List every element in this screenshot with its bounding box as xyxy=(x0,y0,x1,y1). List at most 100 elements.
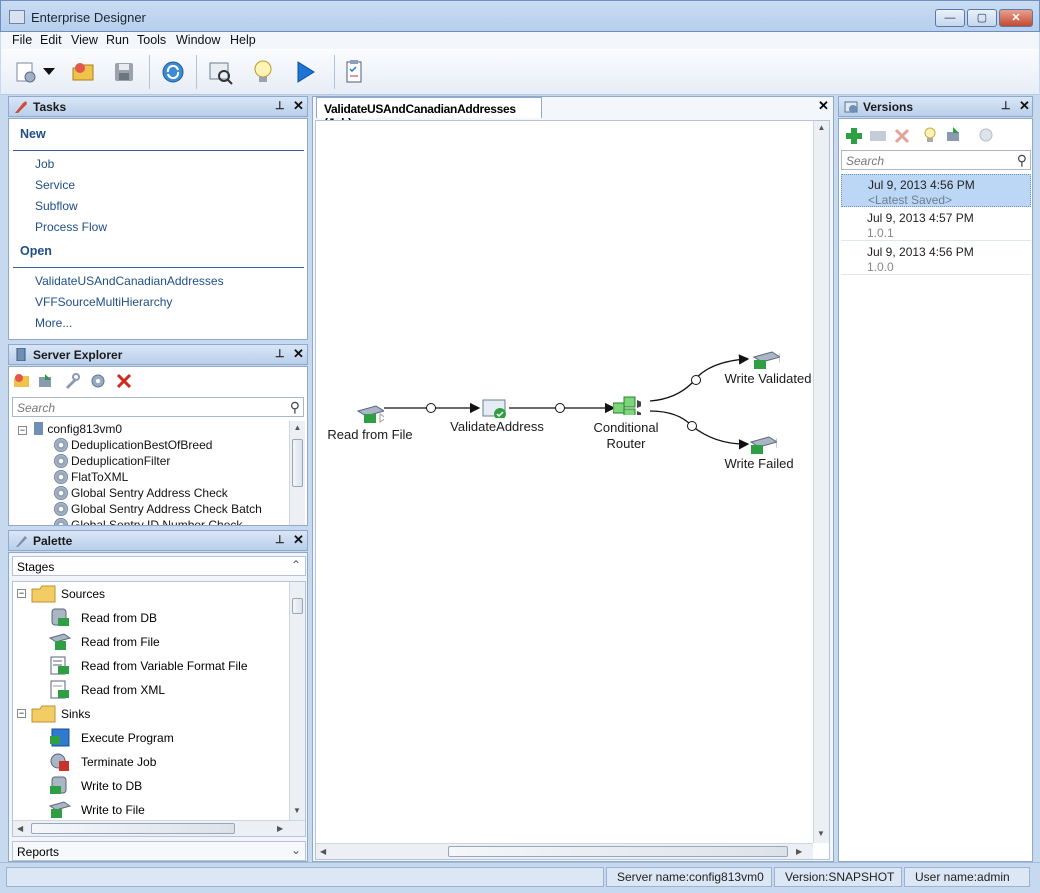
close-tab-icon[interactable]: ✕ xyxy=(818,98,829,114)
version-row[interactable]: Jul 9, 2013 4:57 PM 1.0.1 xyxy=(841,208,1031,241)
node-label-router[interactable]: Router xyxy=(574,436,678,451)
canvas-vscrollbar[interactable]: ▲ ▼ xyxy=(813,121,829,843)
scroll-left-arrow[interactable]: ◀ xyxy=(17,824,23,833)
scroll-down-arrow[interactable]: ▼ xyxy=(293,806,301,815)
stage-read-from-db[interactable]: Read from DB xyxy=(49,606,289,630)
scroll-right-arrow[interactable]: ▶ xyxy=(277,824,283,833)
pin-icon[interactable]: ⊥ xyxy=(275,99,285,112)
server-search-input[interactable]: Search ⚲ xyxy=(12,397,304,417)
tree-item[interactable]: Global Sentry ID Number Check xyxy=(12,517,288,525)
pin-icon[interactable]: ⊥ xyxy=(275,347,285,360)
chevron-down-icon[interactable]: ⌄ xyxy=(291,843,301,857)
wrench-icon[interactable] xyxy=(63,373,83,391)
deploy-icon[interactable] xyxy=(37,373,57,391)
minimize-button[interactable]: — xyxy=(935,9,965,27)
scroll-down-arrow[interactable]: ▼ xyxy=(817,829,825,838)
collapse-icon[interactable]: − xyxy=(17,589,26,598)
inspect-icon[interactable] xyxy=(206,57,236,87)
task-new-process-flow[interactable]: Process Flow xyxy=(35,220,107,234)
stage-read-from-file[interactable]: Read from File xyxy=(49,630,289,654)
tab-validate-job[interactable]: ValidateUSAndCanadianAddresses (Job) xyxy=(316,97,542,130)
tree-root[interactable]: − config813vm0 xyxy=(12,421,288,437)
stage-write-to-db[interactable]: Write to DB xyxy=(49,774,289,798)
scroll-left-arrow[interactable]: ◀ xyxy=(320,847,326,856)
add-version-icon[interactable] xyxy=(845,127,863,145)
conditional-router-node-icon[interactable] xyxy=(613,395,641,415)
stages-dropdown[interactable]: Stages ⌃ xyxy=(12,556,306,576)
node-label-conditional[interactable]: Conditional xyxy=(574,420,678,435)
delete-icon[interactable] xyxy=(115,373,135,391)
palette-scrollbar[interactable]: ▼ xyxy=(289,582,305,820)
stage-execute-program[interactable]: Execute Program xyxy=(49,726,289,750)
gear-icon[interactable] xyxy=(89,373,109,391)
task-open-more[interactable]: More... xyxy=(35,316,72,330)
task-new-service[interactable]: Service xyxy=(35,178,75,192)
scroll-thumb[interactable] xyxy=(31,823,235,834)
write-failed-node-icon[interactable] xyxy=(749,434,777,454)
canvas-hscrollbar[interactable]: ◀ ▶ xyxy=(316,843,813,859)
scroll-up-arrow[interactable]: ▲ xyxy=(814,123,829,132)
task-open-vff[interactable]: VFFSourceMultiHierarchy xyxy=(35,295,172,309)
server-tree-scrollbar[interactable]: ▲ xyxy=(289,421,305,525)
pin-icon[interactable]: ⊥ xyxy=(1001,99,1011,112)
settings-icon[interactable] xyxy=(977,126,995,144)
scroll-right-arrow[interactable]: ▶ xyxy=(796,847,802,856)
menu-window[interactable]: Window xyxy=(176,33,220,47)
job-canvas[interactable]: Read from File ValidateAddress Condition… xyxy=(315,120,830,860)
run-icon[interactable] xyxy=(290,57,320,87)
open-folder-icon[interactable] xyxy=(13,373,33,391)
menu-run[interactable]: Run xyxy=(106,33,129,47)
restore-icon[interactable] xyxy=(945,126,963,144)
chevron-up-icon[interactable]: ⌃ xyxy=(291,558,301,572)
open-icon[interactable] xyxy=(69,57,99,87)
task-new-subflow[interactable]: Subflow xyxy=(35,199,78,213)
stage-terminate-job[interactable]: Terminate Job xyxy=(49,750,289,774)
lightbulb-icon[interactable] xyxy=(921,126,939,144)
write-validated-node-icon[interactable] xyxy=(752,349,780,369)
node-label-validate-address[interactable]: ValidateAddress xyxy=(440,419,554,434)
node-label-read-from-file[interactable]: Read from File xyxy=(318,427,422,442)
close-icon[interactable]: ✕ xyxy=(1019,98,1030,114)
close-icon[interactable]: ✕ xyxy=(293,346,304,362)
version-row-latest[interactable]: Jul 9, 2013 4:56 PM <Latest Saved> xyxy=(841,174,1031,207)
collapse-icon[interactable]: − xyxy=(17,709,26,718)
scroll-up-arrow[interactable]: ▲ xyxy=(290,423,305,432)
scroll-thumb[interactable] xyxy=(292,598,303,614)
scroll-thumb[interactable] xyxy=(292,439,303,487)
menu-file[interactable]: File xyxy=(12,33,32,47)
menu-tools[interactable]: Tools xyxy=(137,33,166,47)
new-dropdown-icon[interactable] xyxy=(41,57,57,87)
validate-address-node-icon[interactable] xyxy=(482,398,510,418)
search-icon[interactable]: ⚲ xyxy=(1017,152,1027,169)
task-open-validate[interactable]: ValidateUSAndCanadianAddresses xyxy=(35,274,224,288)
tree-item[interactable]: DeduplicationFilter xyxy=(12,453,288,469)
compare-icon[interactable] xyxy=(869,127,887,145)
menu-edit[interactable]: Edit xyxy=(40,33,62,47)
collapse-icon[interactable]: − xyxy=(18,426,27,435)
close-window-button[interactable]: ✕ xyxy=(999,9,1033,27)
reports-dropdown[interactable]: Reports ⌄ xyxy=(12,841,306,861)
scroll-thumb[interactable] xyxy=(448,846,788,857)
tree-item[interactable]: DeduplicationBestOfBreed xyxy=(12,437,288,453)
group-sources[interactable]: − Sources xyxy=(17,582,287,606)
close-icon[interactable]: ✕ xyxy=(293,532,304,548)
save-icon[interactable] xyxy=(109,57,139,87)
close-icon[interactable]: ✕ xyxy=(293,98,304,114)
version-row[interactable]: Jul 9, 2013 4:56 PM 1.0.0 xyxy=(841,242,1031,275)
checklist-icon[interactable] xyxy=(339,57,369,87)
refresh-icon[interactable] xyxy=(158,57,188,87)
group-sinks[interactable]: − Sinks xyxy=(17,702,287,726)
tree-item[interactable]: Global Sentry Address Check xyxy=(12,485,288,501)
menu-help[interactable]: Help xyxy=(230,33,256,47)
menu-view[interactable]: View xyxy=(71,33,98,47)
tree-item[interactable]: Global Sentry Address Check Batch xyxy=(12,501,288,517)
stage-read-from-variable-format-file[interactable]: Read from Variable Format File xyxy=(49,654,289,678)
lightbulb-icon[interactable] xyxy=(248,57,278,87)
search-icon[interactable]: ⚲ xyxy=(290,399,300,416)
stage-read-from-xml[interactable]: Read from XML xyxy=(49,678,289,702)
delete-version-icon[interactable] xyxy=(893,127,911,145)
versions-search-input[interactable]: Search ⚲ xyxy=(841,150,1031,170)
node-label-write-failed[interactable]: Write Failed xyxy=(707,456,811,471)
task-new-job[interactable]: Job xyxy=(35,157,54,171)
node-label-write-validated[interactable]: Write Validated xyxy=(716,371,820,386)
